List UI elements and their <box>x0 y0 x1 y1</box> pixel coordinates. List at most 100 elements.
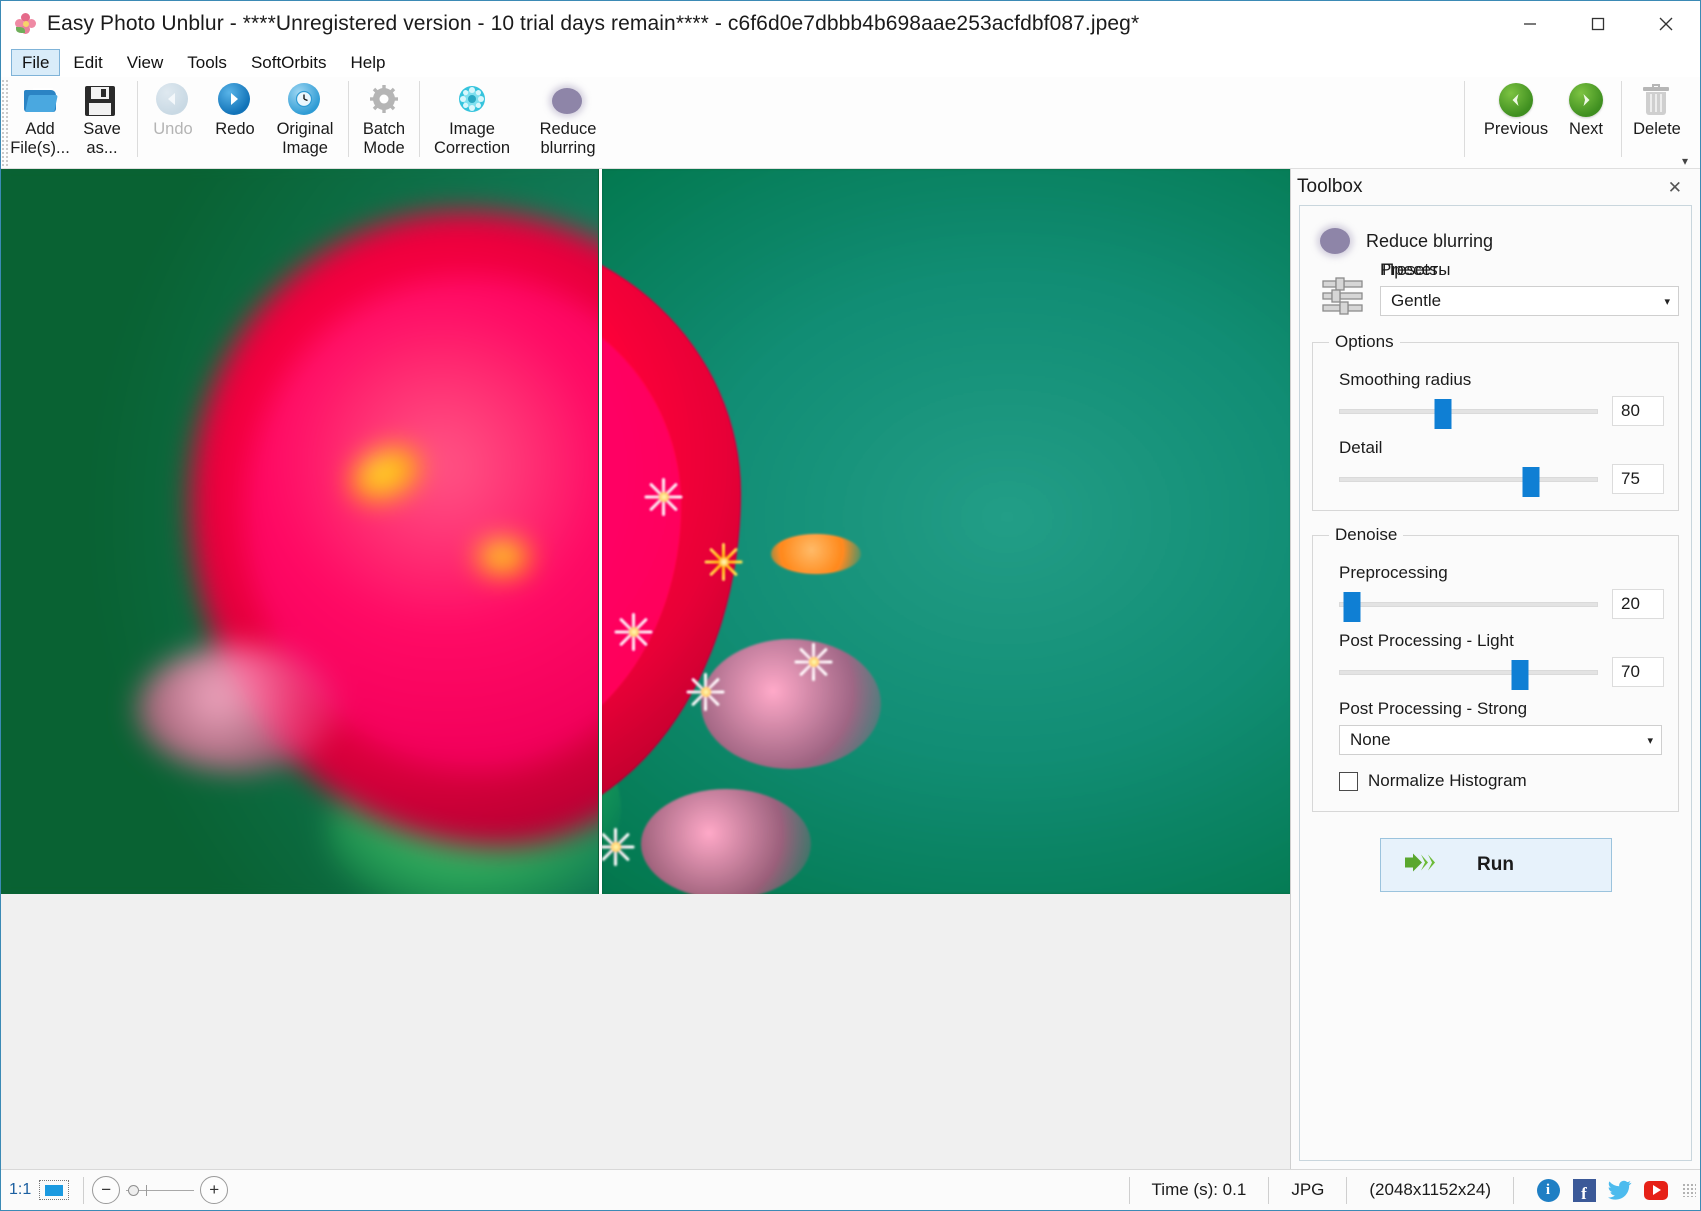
next-label: Next <box>1569 120 1603 139</box>
slider-thumb[interactable] <box>1343 592 1360 622</box>
youtube-icon[interactable] <box>1644 1178 1668 1202</box>
menu-item-edit[interactable]: Edit <box>62 49 113 76</box>
next-button[interactable]: Next <box>1555 77 1617 139</box>
menu-label-edit: Edit <box>73 53 102 72</box>
previous-arrow-icon <box>1499 83 1533 117</box>
previous-label: Previous <box>1484 120 1548 139</box>
toolbar-grip[interactable] <box>1 79 9 167</box>
slider-thumb[interactable] <box>1512 660 1529 690</box>
preprocessing-value[interactable]: 20 <box>1612 589 1664 619</box>
preset-select[interactable]: Gentle ▾ <box>1380 286 1679 316</box>
color-wheel-icon <box>455 83 489 117</box>
status-separator-5 <box>1513 1177 1514 1204</box>
toolbar-group-navigation: Previous Next Delete <box>1460 77 1688 165</box>
toolbar-separator-4 <box>1464 81 1465 157</box>
fit-to-window-icon[interactable] <box>39 1180 69 1200</box>
toolbar-group-batch: Batch Mode <box>353 77 415 165</box>
zoom-slider-control[interactable]: − + <box>92 1176 228 1204</box>
toolbox-body: Reduce blurring <box>1299 205 1692 1161</box>
application-window: Easy Photo Unblur - ****Unregistered ver… <box>0 0 1701 1211</box>
slider-track <box>1339 670 1598 675</box>
redo-button[interactable]: Redo <box>204 77 266 139</box>
smoothing-radius-value[interactable]: 80 <box>1612 396 1664 426</box>
zoom-out-button[interactable]: − <box>92 1176 120 1204</box>
redo-label: Redo <box>215 120 254 139</box>
menu-item-view[interactable]: View <box>116 49 175 76</box>
presets-label-en: Presets <box>1380 260 1438 280</box>
photo-preview[interactable] <box>1 169 1291 894</box>
toolbar-separator-5 <box>1621 81 1622 157</box>
title-bar: Easy Photo Unblur - ****Unregistered ver… <box>1 1 1700 47</box>
toolbox-close-icon[interactable]: ✕ <box>1664 177 1686 198</box>
post-processing-light-row: 70 <box>1339 657 1664 687</box>
zoom-in-button[interactable]: + <box>200 1176 228 1204</box>
menu-label-view: View <box>127 53 164 72</box>
options-group: Options Smoothing radius 80 Detail <box>1312 332 1679 511</box>
run-arrow-icon <box>1401 850 1439 881</box>
post-processing-strong-select[interactable]: None ▾ <box>1339 725 1662 755</box>
preprocessing-slider[interactable] <box>1339 592 1598 616</box>
detail-row: 75 <box>1339 464 1664 494</box>
delete-label: Delete <box>1633 120 1681 139</box>
processing-time: Time (s): 0.1 <box>1138 1180 1261 1200</box>
slider-thumb[interactable] <box>1522 467 1539 497</box>
toolbox-title: Toolbox <box>1297 176 1363 198</box>
open-folder-icon <box>23 83 57 117</box>
slider-track <box>1339 409 1598 414</box>
info-glyph: i <box>1537 1179 1560 1202</box>
reduce-blurring-label: Reduce blurring <box>540 120 597 158</box>
run-button[interactable]: Run <box>1380 838 1612 892</box>
detail-slider[interactable] <box>1339 467 1598 491</box>
menu-item-help[interactable]: Help <box>340 49 397 76</box>
active-tool-name: Reduce blurring <box>1366 231 1493 252</box>
status-separator <box>83 1177 84 1204</box>
menu-item-tools[interactable]: Tools <box>176 49 238 76</box>
save-as-label: Save as... <box>83 120 121 158</box>
normalize-histogram-checkbox[interactable] <box>1339 772 1358 791</box>
smoothing-radius-slider[interactable] <box>1339 399 1598 423</box>
save-as-button[interactable]: Save as... <box>71 77 133 158</box>
post-processing-strong-label: Post Processing - Strong <box>1339 699 1664 719</box>
image-canvas[interactable] <box>1 169 1291 1169</box>
reduce-blurring-button[interactable]: Reduce blurring <box>520 77 616 158</box>
close-button[interactable] <box>1632 1 1700 47</box>
normalize-histogram-row[interactable]: Normalize Histogram <box>1339 771 1664 791</box>
toolbar-separator-3 <box>419 81 420 157</box>
app-flower-icon <box>15 13 37 35</box>
batch-mode-button[interactable]: Batch Mode <box>353 77 415 158</box>
presets-column: Пресеты Presets Gentle ▾ <box>1380 260 1679 316</box>
info-icon[interactable]: i <box>1536 1178 1560 1202</box>
image-correction-button[interactable]: Image Correction <box>424 77 520 158</box>
zoom-slider-thumb[interactable] <box>128 1185 139 1196</box>
toolbar-overflow-chevron-down-icon[interactable]: ▾ <box>1682 154 1688 168</box>
original-image-button[interactable]: Original Image <box>266 77 344 158</box>
menu-item-softorbits[interactable]: SoftOrbits <box>240 49 338 76</box>
delete-button[interactable]: Delete <box>1626 77 1688 139</box>
maximize-button[interactable] <box>1564 1 1632 47</box>
window-resize-grip[interactable] <box>1682 1183 1696 1197</box>
add-files-button[interactable]: Add File(s)... <box>9 77 71 158</box>
menu-item-file[interactable]: File <box>11 49 60 76</box>
post-processing-strong-value: None <box>1350 730 1391 750</box>
facebook-icon[interactable]: f <box>1572 1178 1596 1202</box>
undo-button: Undo <box>142 77 204 139</box>
chevron-down-icon: ▾ <box>1647 734 1653 747</box>
twitter-icon[interactable] <box>1608 1178 1632 1202</box>
previous-button[interactable]: Previous <box>1477 77 1555 139</box>
normalize-histogram-label: Normalize Histogram <box>1368 771 1527 791</box>
detail-value[interactable]: 75 <box>1612 464 1664 494</box>
window-title: Easy Photo Unblur - ****Unregistered ver… <box>47 12 1139 36</box>
before-after-split-handle[interactable] <box>599 169 602 894</box>
photo-after-half <box>601 169 1291 894</box>
trash-icon <box>1640 83 1674 117</box>
photo-before-half <box>1 169 598 894</box>
toolbar-group-history: Undo Redo <box>142 77 344 165</box>
zoom-slider-track[interactable] <box>126 1190 194 1191</box>
post-processing-light-value[interactable]: 70 <box>1612 657 1664 687</box>
post-processing-light-slider[interactable] <box>1339 660 1598 684</box>
preset-selected-value: Gentle <box>1391 291 1441 311</box>
minimize-button[interactable] <box>1496 1 1564 47</box>
zoom-ratio-label[interactable]: 1:1 <box>9 1181 31 1199</box>
slider-thumb[interactable] <box>1434 399 1451 429</box>
undo-arrow-icon <box>156 83 190 117</box>
